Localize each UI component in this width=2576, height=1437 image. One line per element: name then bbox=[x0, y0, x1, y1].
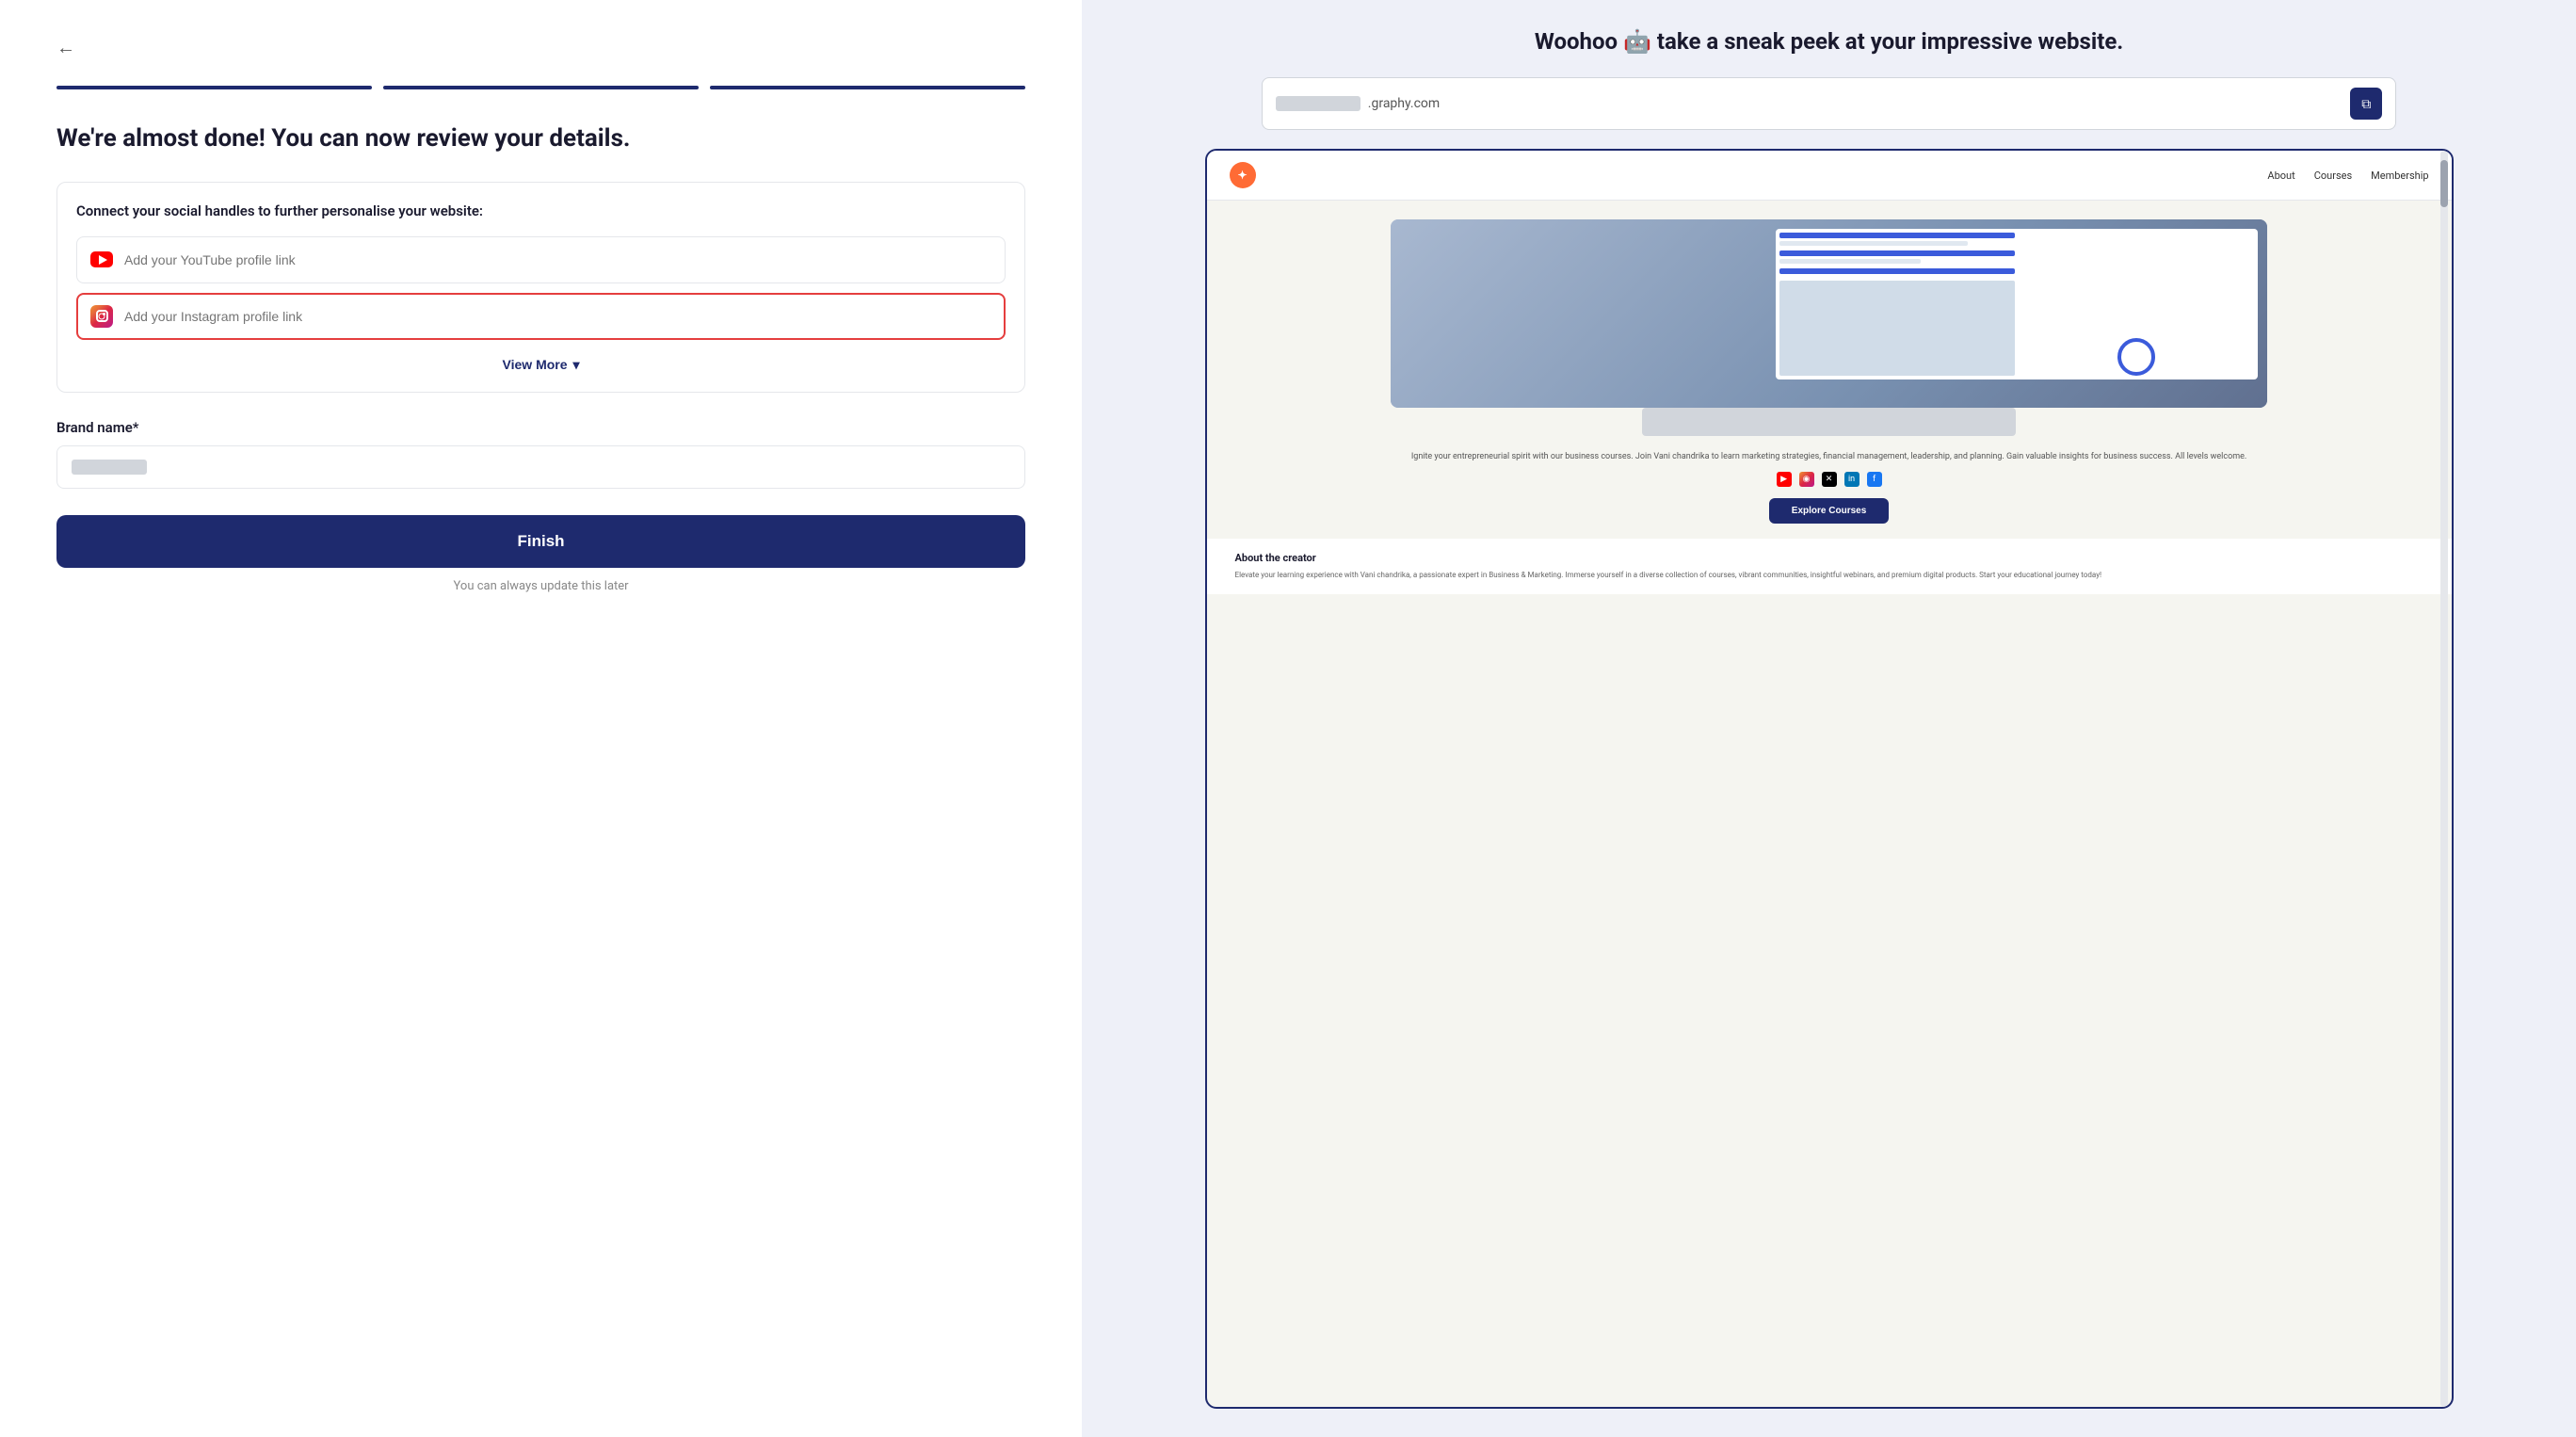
preview-yt-icon: ▶ bbox=[1777, 472, 1792, 487]
preview-li-icon: in bbox=[1844, 472, 1860, 487]
preview-body: Ignite your entrepreneurial spirit with … bbox=[1207, 201, 2452, 1407]
youtube-input-row bbox=[76, 236, 1006, 283]
nav-link-courses: Courses bbox=[2314, 170, 2352, 182]
view-more-button[interactable]: View More ▾ bbox=[76, 349, 1006, 373]
preview-ig-icon: ◉ bbox=[1799, 472, 1814, 487]
instagram-input[interactable] bbox=[124, 309, 991, 324]
preview-x-icon: ✕ bbox=[1822, 472, 1837, 487]
preview-description: Ignite your entrepreneurial spirit with … bbox=[1374, 440, 2284, 472]
nav-link-about: About bbox=[2267, 170, 2294, 182]
preview-logo: ✦ bbox=[1230, 162, 1256, 188]
page-title: We're almost done! You can now review yo… bbox=[56, 123, 1025, 155]
url-suffix: .graphy.com bbox=[1368, 96, 2343, 111]
progress-segment-2 bbox=[383, 86, 699, 89]
youtube-input[interactable] bbox=[124, 252, 991, 267]
progress-segment-1 bbox=[56, 86, 372, 89]
preview-scrollbar-track bbox=[2440, 151, 2448, 1407]
nav-link-membership: Membership bbox=[2371, 170, 2428, 182]
social-card: Connect your social handles to further p… bbox=[56, 182, 1025, 393]
social-card-title: Connect your social handles to further p… bbox=[76, 202, 1006, 221]
preview-laptop-image bbox=[1391, 219, 2268, 408]
brand-name-label: Brand name* bbox=[56, 419, 1025, 436]
preview-nav-links: About Courses Membership bbox=[2267, 170, 2428, 182]
preview-laptop bbox=[1391, 219, 2268, 408]
preview-cta-button[interactable]: Explore Courses bbox=[1769, 498, 1889, 524]
back-button[interactable]: ← bbox=[56, 38, 75, 59]
preview-sub-image bbox=[1642, 408, 2016, 436]
brand-name-input[interactable] bbox=[56, 445, 1025, 489]
preview-hero bbox=[1207, 201, 2452, 408]
finish-button[interactable]: Finish bbox=[56, 515, 1025, 568]
url-copy-button[interactable]: ⧉ bbox=[2350, 88, 2382, 120]
right-panel: Woohoo 🤖 take a sneak peek at your impre… bbox=[1082, 0, 2576, 1437]
preview-about-text: Elevate your learning experience with Va… bbox=[1235, 570, 2423, 581]
footer-note: You can always update this later bbox=[56, 579, 1025, 593]
website-preview: ✦ About Courses Membership bbox=[1205, 149, 2454, 1409]
progress-segment-3 bbox=[710, 86, 1025, 89]
left-panel: ← We're almost done! You can now review … bbox=[0, 0, 1082, 1437]
preview-scrollbar-thumb[interactable] bbox=[2440, 160, 2448, 207]
preview-fb-icon: f bbox=[1867, 472, 1882, 487]
url-username-placeholder bbox=[1276, 96, 1360, 111]
preview-nav: ✦ About Courses Membership bbox=[1207, 151, 2452, 201]
preview-social-icons: ▶ ◉ ✕ in f bbox=[1777, 472, 1882, 487]
youtube-icon bbox=[90, 249, 113, 271]
view-more-label: View More bbox=[503, 357, 568, 372]
instagram-icon bbox=[90, 305, 113, 328]
progress-bar bbox=[56, 86, 1025, 89]
right-heading: Woohoo 🤖 take a sneak peek at your impre… bbox=[1535, 28, 2123, 55]
preview-about-title: About the creator bbox=[1235, 552, 2423, 564]
chevron-down-icon: ▾ bbox=[573, 357, 580, 373]
brand-name-group: Brand name* bbox=[56, 419, 1025, 489]
laptop-screen-content bbox=[1776, 229, 2258, 379]
instagram-input-row bbox=[76, 293, 1006, 340]
url-bar: .graphy.com ⧉ bbox=[1262, 77, 2397, 130]
preview-about-section: About the creator Elevate your learning … bbox=[1207, 539, 2452, 594]
